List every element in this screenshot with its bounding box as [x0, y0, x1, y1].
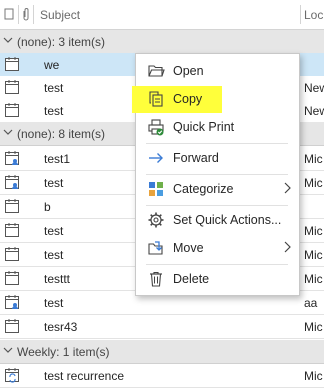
group-label: (none): 3 item(s) — [17, 35, 106, 49]
table-row[interactable]: tesr43 Mic — [0, 315, 324, 339]
menu-item-label: Set Quick Actions... — [173, 213, 282, 227]
meeting-item-icon — [4, 150, 20, 166]
row-subject: testtt — [44, 272, 71, 286]
calendar-item-icon — [4, 198, 20, 214]
row-subject: test — [44, 176, 64, 190]
menu-item-forward[interactable]: Forward — [136, 144, 299, 172]
context-menu: Open Copy Quick Print Forward Categorize — [132, 53, 300, 296]
paperclip-icon[interactable] — [22, 7, 30, 24]
row-subject: test recurrence — [44, 369, 125, 383]
calendar-item-icon — [4, 56, 20, 72]
file-type-column-icon[interactable] — [4, 8, 14, 23]
column-divider[interactable] — [300, 5, 301, 24]
row-location: aa — [304, 296, 318, 310]
calendar-item-icon — [4, 102, 20, 118]
column-divider[interactable] — [18, 5, 19, 24]
group-header[interactable]: Weekly: 1 item(s) — [0, 340, 324, 364]
group-label: (none): 8 item(s) — [17, 127, 106, 141]
menu-item-delete[interactable]: Delete — [136, 265, 299, 293]
chevron-right-icon — [284, 241, 291, 253]
chevron-right-icon — [284, 182, 291, 194]
row-location: Mic — [304, 272, 323, 286]
row-subject: test — [44, 104, 64, 118]
folder-open-icon — [147, 62, 165, 80]
menu-item-label: Quick Print — [173, 120, 235, 134]
column-header: Subject Loc — [0, 0, 324, 30]
row-subject: test — [44, 81, 64, 95]
menu-item-move[interactable]: Move — [136, 234, 299, 262]
row-subject: test1 — [44, 152, 71, 166]
meeting-item-icon — [4, 294, 20, 310]
calendar-item-icon — [4, 222, 20, 238]
chevron-down-icon[interactable] — [3, 126, 13, 138]
chevron-down-icon[interactable] — [3, 34, 13, 46]
row-location: Mic — [304, 320, 323, 334]
menu-item-categorize[interactable]: Categorize — [136, 175, 299, 203]
recurring-item-icon — [4, 367, 20, 383]
copy-icon — [147, 90, 165, 108]
location-column-header[interactable]: Loc — [304, 8, 323, 22]
row-location: Mic — [304, 224, 323, 238]
group-header[interactable]: (none): 3 item(s) — [0, 30, 324, 54]
row-subject: b — [44, 200, 51, 214]
row-subject: tesr43 — [44, 320, 78, 334]
row-location: Mic — [304, 152, 323, 166]
calendar-item-icon — [4, 246, 20, 262]
category-grid-icon — [147, 180, 165, 198]
calendar-item-icon — [4, 79, 20, 95]
row-location: Mic — [304, 369, 323, 383]
row-subject: test — [44, 224, 64, 238]
menu-item-quick-print[interactable]: Quick Print — [136, 113, 299, 141]
subject-column-header[interactable]: Subject — [40, 8, 80, 22]
row-subject: we — [44, 58, 60, 72]
row-location: Mic — [304, 176, 323, 190]
calendar-item-icon — [4, 270, 20, 286]
meeting-item-icon — [4, 174, 20, 190]
menu-item-open[interactable]: Open — [136, 57, 299, 85]
group-label: Weekly: 1 item(s) — [17, 345, 110, 359]
row-subject: test — [44, 296, 64, 310]
calendar-item-icon — [4, 318, 20, 334]
menu-item-label: Delete — [173, 272, 210, 286]
menu-item-label: Copy — [173, 92, 203, 106]
gear-icon — [147, 211, 165, 229]
arrow-right-icon — [147, 149, 165, 167]
table-row[interactable]: test recurrence Mic — [0, 364, 324, 388]
chevron-down-icon[interactable] — [3, 344, 13, 356]
menu-item-label: Forward — [173, 151, 219, 165]
menu-item-set-quick-actions[interactable]: Set Quick Actions... — [136, 206, 299, 234]
column-divider[interactable] — [33, 5, 34, 24]
row-location: New — [304, 81, 324, 95]
menu-item-label: Categorize — [173, 182, 234, 196]
printer-icon — [147, 118, 165, 136]
trash-icon — [147, 270, 165, 288]
move-to-folder-icon — [147, 239, 165, 257]
row-location: New — [304, 104, 324, 118]
menu-item-label: Open — [173, 64, 204, 78]
row-subject: test — [44, 248, 64, 262]
menu-item-label: Move — [173, 241, 204, 255]
row-location: Mic — [304, 248, 323, 262]
menu-item-copy[interactable]: Copy — [132, 85, 299, 113]
